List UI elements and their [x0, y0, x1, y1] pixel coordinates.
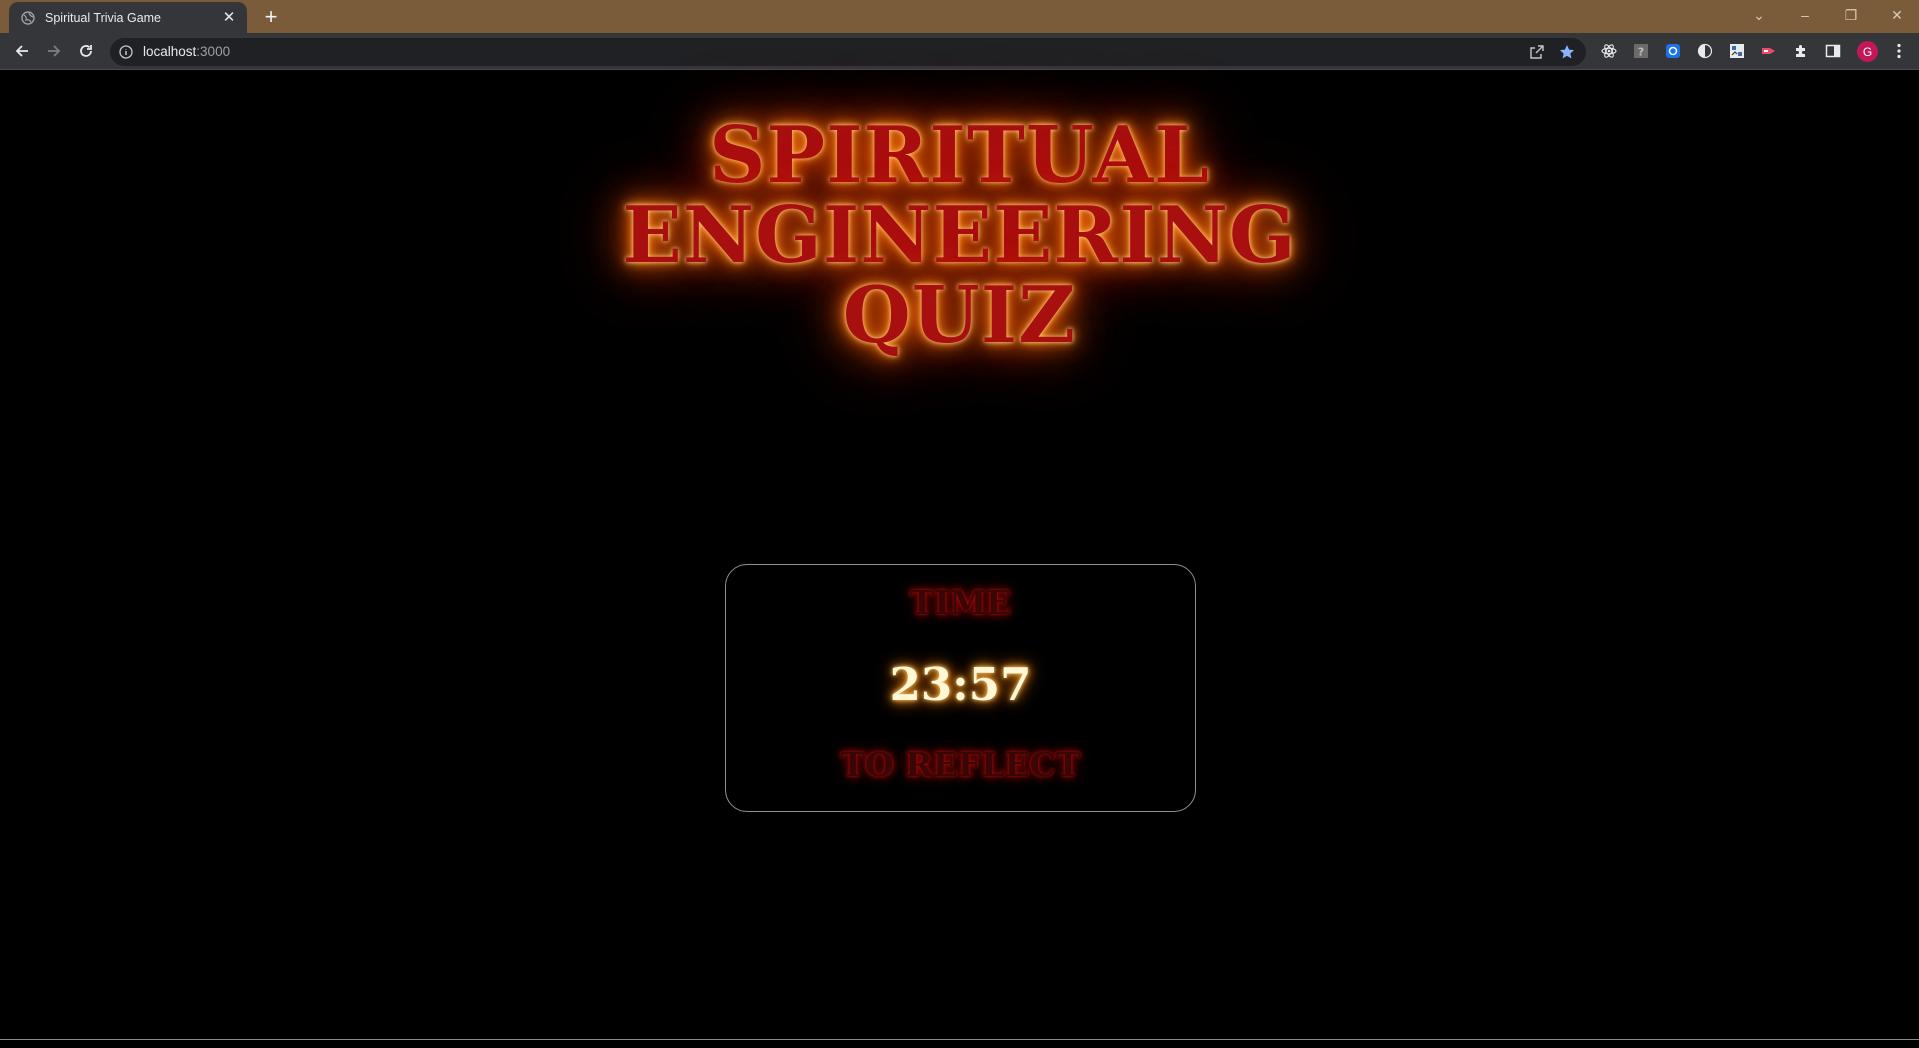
blue-extension-icon[interactable]: [1664, 42, 1682, 60]
browser-tab-active[interactable]: Spiritual Trivia Game ✕: [9, 2, 247, 33]
close-window-icon[interactable]: ✕: [1883, 4, 1911, 26]
restore-icon[interactable]: ❐: [1837, 4, 1865, 26]
window-bottom-border: [0, 1039, 1919, 1040]
minimize-icon[interactable]: –: [1791, 4, 1819, 26]
timer-label-reflect: TO REFLECT: [840, 745, 1081, 784]
tab-strip: Spiritual Trivia Game ✕ + ⌄ – ❐ ✕: [0, 0, 1919, 33]
share-icon[interactable]: [1528, 43, 1546, 61]
timer-panel: TIME 23:57 TO REFLECT: [725, 564, 1196, 812]
title-line-2: ENGINEERING: [622, 190, 1297, 281]
title-line-3: QUIZ: [842, 270, 1077, 361]
page-viewport: SPIRITUAL ENGINEERING QUIZ TIME 23:57 TO…: [0, 71, 1919, 1039]
info-icon[interactable]: [118, 44, 134, 60]
help-extension-icon[interactable]: ?: [1632, 42, 1650, 60]
title-line-1: SPIRITUAL: [709, 110, 1210, 201]
svg-text:?: ?: [1638, 46, 1644, 59]
react-devtools-icon[interactable]: [1600, 42, 1618, 60]
forward-arrow-icon[interactable]: [42, 39, 66, 63]
quiz-title: SPIRITUAL ENGINEERING QUIZ: [0, 116, 1919, 356]
plus-icon[interactable]: +: [260, 6, 282, 28]
address-bar[interactable]: localhost:3000: [110, 38, 1586, 66]
close-icon[interactable]: ✕: [221, 9, 237, 26]
url-port: :3000: [196, 44, 231, 59]
back-arrow-icon[interactable]: [10, 39, 34, 63]
side-panel-icon[interactable]: [1824, 42, 1842, 60]
chevron-down-icon[interactable]: ⌄: [1745, 4, 1773, 26]
url-host: localhost: [143, 44, 197, 59]
puzzle-icon[interactable]: [1792, 42, 1810, 60]
browser-toolbar: localhost:3000 ? G: [0, 33, 1919, 70]
contrast-extension-icon[interactable]: [1696, 42, 1714, 60]
globe-icon: [20, 10, 35, 25]
timer-countdown: 23:57: [889, 658, 1032, 711]
image-extension-icon[interactable]: [1728, 42, 1746, 60]
url-text[interactable]: localhost:3000: [143, 44, 230, 59]
red-extension-icon[interactable]: [1760, 42, 1778, 60]
star-icon[interactable]: [1558, 43, 1576, 61]
tab-title: Spiritual Trivia Game: [45, 10, 162, 25]
timer-label-time: TIME: [909, 583, 1012, 622]
kebab-menu-icon[interactable]: [1889, 40, 1909, 62]
profile-avatar[interactable]: G: [1857, 41, 1878, 62]
reload-icon[interactable]: [74, 39, 98, 63]
